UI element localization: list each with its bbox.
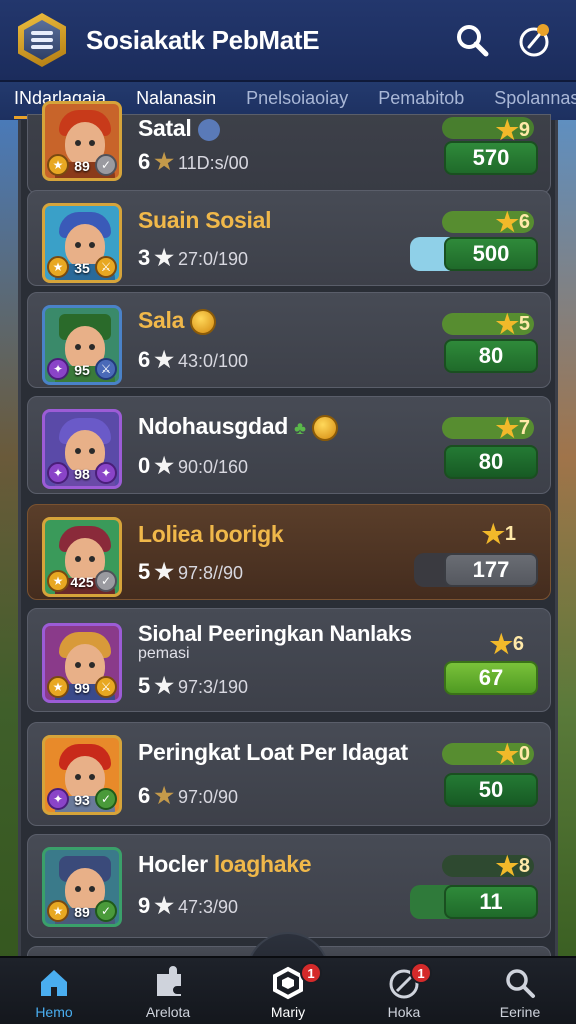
notification-badge: 1 xyxy=(300,962,322,984)
score-box: 570 xyxy=(444,141,538,175)
player-name: Siohal Peeringkan Nanlaks xyxy=(138,621,412,646)
avatar: ★ 425 ✓ xyxy=(42,517,122,597)
coin-icon xyxy=(311,414,338,441)
avatar: ★ 89 ✓ xyxy=(42,101,122,181)
star-icon: ★ xyxy=(154,673,174,698)
star-icon: ★ xyxy=(154,149,174,174)
score-box: 67 xyxy=(444,661,538,695)
check-badge-icon: ✓ xyxy=(95,900,117,922)
player-name: Satal xyxy=(138,115,220,142)
player-name: Ndohausgdad ♣ xyxy=(138,413,338,441)
score-box: 80 xyxy=(444,339,538,373)
tab-pnelsoiaoiay[interactable]: Pnelsoiaoiay xyxy=(246,88,348,115)
star-icon: ★ xyxy=(154,559,174,584)
sword-badge-icon: ⚔ xyxy=(95,676,117,698)
avatar: ★ 35 ⚔ xyxy=(42,203,122,283)
leaderboard-row[interactable]: ★ 99 ⚔ Siohal Peeringkan Nanlaks pemasi … xyxy=(27,608,551,712)
settings-edit-icon[interactable] xyxy=(510,16,558,64)
star-icon: ★ xyxy=(154,347,174,372)
rank-value: ★ 7 xyxy=(495,413,530,443)
avatar: ✦ 93 ✓ xyxy=(42,735,122,815)
player-name: Peringkat Loat Per Idagat xyxy=(138,739,408,765)
player-subtitle: pemasi xyxy=(138,645,190,662)
class-icon xyxy=(197,118,220,141)
player-stats: 5 ★ 97:8//90 xyxy=(138,559,244,584)
avatar: ★ 89 ✓ xyxy=(42,847,122,927)
avatar: ✦ 95 ⚔ xyxy=(42,305,122,385)
rank-value: ★ 6 xyxy=(489,629,524,659)
gold-star-icon: ★ xyxy=(495,413,519,443)
notification-badge: 1 xyxy=(410,962,432,984)
sword-badge-icon: ⚔ xyxy=(95,256,117,278)
tab-spolannas[interactable]: Spolannas xyxy=(494,88,576,115)
puzzle-icon xyxy=(157,966,181,996)
score-box: 177 xyxy=(444,553,538,587)
leaderboard-row[interactable]: ★ 89 ✓ Satal 6 ★ 11D:s/00 ★ 9 570 xyxy=(27,101,551,194)
player-name: Sala xyxy=(138,307,217,335)
score-box: 500 xyxy=(444,237,538,271)
rank-value: ★ 6 xyxy=(495,207,530,237)
clover-icon: ♣ xyxy=(294,418,306,438)
player-stats: 3 ★ 27:0/190 xyxy=(138,245,249,270)
leaderboard-row[interactable]: ✦ 98 ✦ Ndohausgdad ♣ 0 ★ 90:0/160 ★ 7 80 xyxy=(27,396,551,494)
player-stats: 6 ★ 43:0/100 xyxy=(138,347,249,372)
check-badge-icon: ✓ xyxy=(95,154,117,176)
player-stats: 9 ★ 47:3/90 xyxy=(138,893,239,918)
player-stats: 5 ★ 97:3/190 xyxy=(138,673,249,698)
player-name: Hocler loaghake xyxy=(138,851,312,877)
rank-value: ★ 1 xyxy=(481,519,516,549)
star-icon: ★ xyxy=(154,245,174,270)
score-box: 80 xyxy=(444,445,538,479)
gold-star-icon: ★ xyxy=(489,629,513,659)
player-name: Loliea loorigk xyxy=(138,521,284,547)
rank-value: ★ 0 xyxy=(495,739,530,769)
leaderboard-row[interactable]: ★ 89 ✓ Hocler loaghake 9 ★ 47:3/90 ★ 8 11 xyxy=(27,834,551,938)
rank-value: ★ 8 xyxy=(495,851,530,881)
player-stats: 0 ★ 90:0/160 xyxy=(138,453,249,478)
search-icon xyxy=(506,969,535,998)
star-icon: ★ xyxy=(154,783,174,808)
gold-star-icon: ★ xyxy=(495,207,519,237)
top-header: Sosiakatk PebMatE xyxy=(0,0,576,82)
home-icon xyxy=(41,970,67,996)
tab-pemabitob[interactable]: Pemabitob xyxy=(378,88,464,115)
sword-badge-icon: ⚔ xyxy=(95,358,117,380)
bottom-navigation: Hemo Arelota 1 Mariy 1 Hoka Eerine xyxy=(0,956,576,1024)
nav-eerine[interactable]: Eerine xyxy=(470,962,570,1024)
avatar: ✦ 98 ✦ xyxy=(42,409,122,489)
nav-arelota[interactable]: Arelota xyxy=(118,962,218,1024)
search-icon[interactable] xyxy=(448,16,496,64)
nav-hoka[interactable]: 1 Hoka xyxy=(354,962,454,1024)
nav-home[interactable]: Hemo xyxy=(4,962,104,1024)
rank-value: ★ 5 xyxy=(495,309,530,339)
avatar: ★ 99 ⚔ xyxy=(42,623,122,703)
leaderboard-row[interactable]: ✦ 93 ✓ Peringkat Loat Per Idagat 6 ★ 97:0/… xyxy=(27,722,551,826)
check-badge-icon: ✓ xyxy=(95,788,117,810)
app-logo xyxy=(18,13,66,67)
star-icon: ★ xyxy=(154,453,174,478)
gold-star-icon: ★ xyxy=(495,309,519,339)
score-box: 50 xyxy=(444,773,538,807)
leaderboard-panel: ★ 89 ✓ Satal 6 ★ 11D:s/00 ★ 9 570 ★ 35 ⚔ Su… xyxy=(18,101,558,966)
player-stats: 6 ★ 97:0/90 xyxy=(138,783,239,808)
player-stats: 6 ★ 11D:s/00 xyxy=(138,149,249,174)
leaderboard-row[interactable]: ✦ 95 ⚔ Sala 6 ★ 43:0/100 ★ 5 80 xyxy=(27,292,551,388)
gold-star-icon: ★ xyxy=(495,739,519,769)
leaderboard-row[interactable]: ★ 35 ⚔ Suain Sosial 3 ★ 27:0/190 ★ 6 500 xyxy=(27,190,551,286)
magic-badge-icon: ✦ xyxy=(95,462,117,484)
tab-nalanasin[interactable]: Nalanasin xyxy=(136,88,216,115)
star-icon: ★ xyxy=(154,893,174,918)
app-title: Sosiakatk PebMatE xyxy=(86,24,320,55)
leaderboard-row-highlighted[interactable]: ★ 425 ✓ Loliea loorigk 5 ★ 97:8//90 ★ 1 177 xyxy=(27,504,551,600)
check-badge-icon: ✓ xyxy=(95,570,117,592)
player-name: Suain Sosial xyxy=(138,207,272,233)
gold-star-icon: ★ xyxy=(481,519,505,549)
coin-icon xyxy=(190,308,217,335)
gold-star-icon: ★ xyxy=(495,851,519,881)
nav-mariy[interactable]: 1 Mariy xyxy=(238,962,338,1024)
score-box: 11 xyxy=(444,885,538,919)
